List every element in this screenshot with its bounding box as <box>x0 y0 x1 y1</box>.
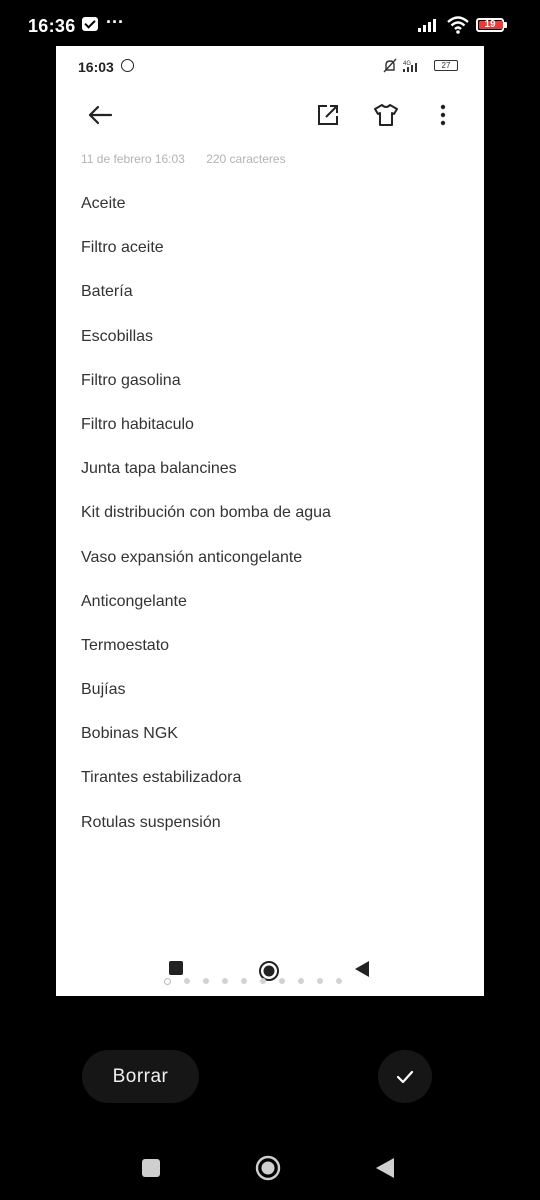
page-dot <box>203 978 209 984</box>
home-button[interactable] <box>255 1155 281 1181</box>
page-indicator <box>164 978 342 985</box>
note-line: Escobillas <box>81 327 154 345</box>
back-arrow-icon[interactable] <box>83 98 117 132</box>
inner-status-icons: 4G <box>383 58 417 73</box>
note-date: 11 de febrero 16:03 <box>81 152 185 166</box>
mail-notification-icon <box>82 17 98 31</box>
signal-icon <box>418 19 436 32</box>
delete-button[interactable]: Borrar <box>82 1050 199 1103</box>
note-line: Filtro aceite <box>81 239 164 257</box>
note-line: Bujías <box>81 681 126 699</box>
page-dot <box>279 978 285 984</box>
page-dot <box>336 978 342 984</box>
status-time: 16:36 <box>28 16 76 36</box>
note-line: Junta tapa balancines <box>81 460 237 478</box>
note-line: Tirantes estabilizadora <box>81 769 242 787</box>
battery-indicator: 19 <box>476 18 504 32</box>
page-dot <box>260 978 266 984</box>
note-char-count: 220 caracteres <box>206 152 286 166</box>
network-type: 4G <box>403 61 411 67</box>
whatsapp-icon <box>121 59 134 72</box>
note-line: Aceite <box>81 195 126 212</box>
screenshot-preview: 16:03 4G 27 11 de febrero 16:03 220 cara… <box>56 46 484 996</box>
theme-shirt-icon[interactable] <box>369 98 403 132</box>
inner-status-time: 16:03 <box>78 59 114 75</box>
more-notifications-indicator: ··· <box>106 12 124 32</box>
note-line: Filtro habitaculo <box>81 415 194 433</box>
back-button[interactable] <box>375 1157 395 1179</box>
note-body: Aceite Filtro aceite Batería Escobillas … <box>81 194 331 857</box>
wifi-icon <box>447 16 469 34</box>
more-options-icon[interactable] <box>426 98 460 132</box>
note-line: Filtro gasolina <box>81 371 181 389</box>
note-line: Rotulas suspensión <box>81 813 221 831</box>
note-meta: 11 de febrero 16:03 220 caracteres <box>81 152 304 166</box>
page-dot <box>222 978 228 984</box>
battery-level: 19 <box>484 19 496 30</box>
page-dot <box>241 978 247 984</box>
share-icon[interactable] <box>311 98 345 132</box>
note-line: Batería <box>81 283 133 301</box>
page-dot <box>298 978 304 984</box>
note-line: Vaso expansión anticongelante <box>81 548 303 566</box>
recents-button[interactable] <box>141 1158 161 1178</box>
inner-back-icon <box>355 961 369 977</box>
page-dot <box>317 978 323 984</box>
battery-tip <box>504 22 507 28</box>
checkmark-icon <box>396 1070 414 1083</box>
page-dot-active <box>164 978 171 985</box>
note-line: Anticongelante <box>81 592 187 610</box>
note-line: Bobinas NGK <box>81 725 178 743</box>
page-dot <box>184 978 190 984</box>
note-line: Kit distribución con bomba de agua <box>81 504 331 522</box>
confirm-button[interactable] <box>378 1050 432 1103</box>
inner-battery-level: 27 <box>434 60 458 71</box>
note-line: Termoestato <box>81 636 170 654</box>
inner-recents-icon <box>169 961 183 975</box>
